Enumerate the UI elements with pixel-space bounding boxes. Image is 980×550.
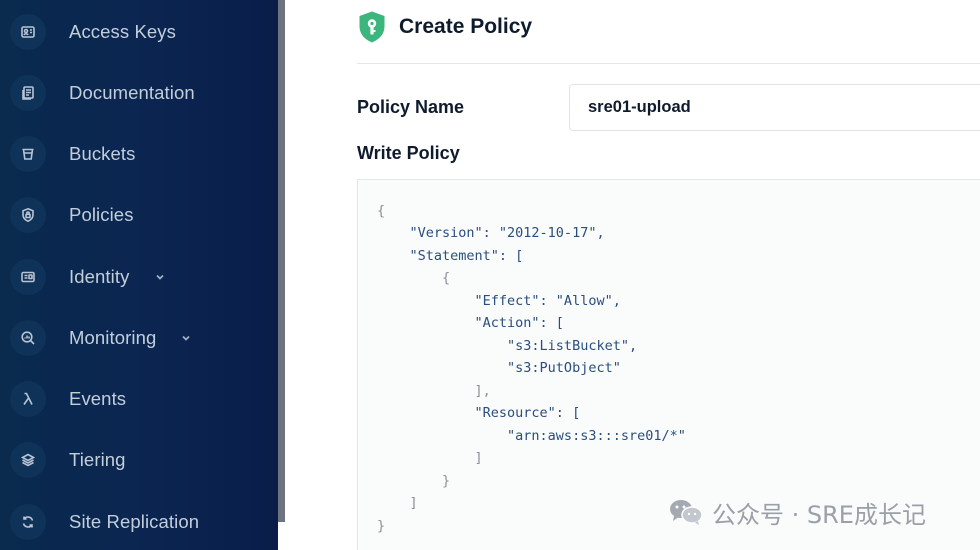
sidebar: Access Keys Documentation Buckets Polici…: [0, 0, 278, 550]
code-line: "Version": "2012-10-17",: [377, 225, 605, 241]
code-line: ],: [377, 383, 491, 399]
sidebar-item-monitoring[interactable]: Monitoring: [0, 312, 278, 364]
sidebar-item-label: Site Replication: [69, 511, 200, 532]
document-icon: [10, 75, 46, 111]
sidebar-item-label: Policies: [69, 204, 134, 225]
code-line: }: [377, 473, 451, 489]
sidebar-item-buckets[interactable]: Buckets: [0, 128, 278, 180]
sidebar-item-label: Identity: [69, 266, 130, 287]
id-card-icon: [10, 14, 46, 50]
code-line: }: [377, 518, 386, 534]
shield-key-icon: [359, 11, 385, 43]
sidebar-item-policies[interactable]: Policies: [0, 189, 278, 241]
scrollbar-thumb[interactable]: [278, 522, 285, 550]
magnifier-chart-icon: [10, 320, 46, 356]
sidebar-item-tiering[interactable]: Tiering: [0, 434, 278, 486]
page-header: Create Policy: [357, 8, 532, 46]
sidebar-item-label: Documentation: [69, 82, 195, 103]
sidebar-item-label: Monitoring: [69, 327, 157, 348]
code-line: ]: [377, 450, 483, 466]
wechat-icon: [670, 500, 703, 525]
chevron-down-icon[interactable]: [179, 331, 193, 345]
code-line: ]: [377, 495, 418, 511]
code-line: "Action": [: [377, 315, 564, 331]
policy-name-label: Policy Name: [357, 97, 465, 117]
sync-icon: [10, 504, 46, 540]
identity-card-icon: [10, 259, 46, 295]
watermark: 公众号 · SRE成长记: [668, 496, 926, 529]
code-line: "Statement": [: [377, 248, 524, 264]
sidebar-item-documentation[interactable]: Documentation: [0, 67, 278, 119]
sidebar-item-label: Buckets: [69, 143, 136, 164]
layers-icon: [10, 442, 46, 478]
shield-lock-icon: [10, 197, 46, 233]
main-content: Create Policy Policy Name Write Policy {…: [285, 0, 980, 550]
write-policy-label: Write Policy: [357, 143, 460, 163]
chevron-down-icon[interactable]: [153, 270, 167, 284]
sidebar-item-label: Tiering: [69, 449, 126, 470]
sidebar-item-label: Events: [69, 388, 127, 409]
code-line: "Effect": "Allow",: [377, 293, 621, 309]
sidebar-item-label: Access Keys: [69, 21, 176, 42]
sidebar-item-events[interactable]: Events: [0, 373, 278, 425]
header-divider: [357, 63, 980, 64]
watermark-text: 公众号 · SRE成长记: [712, 500, 926, 529]
sidebar-item-identity[interactable]: Identity: [0, 251, 278, 303]
code-line: "s3:ListBucket",: [377, 338, 638, 354]
code-line: "Resource": [: [377, 405, 581, 421]
code-line: {: [377, 270, 451, 286]
code-line: {: [377, 203, 386, 219]
code-line: "arn:aws:s3:::sre01/*": [377, 428, 686, 444]
sidebar-item-access-keys[interactable]: Access Keys: [0, 6, 278, 58]
sidebar-item-site-replication[interactable]: Site Replication: [0, 496, 278, 548]
policy-name-input[interactable]: [569, 84, 980, 131]
page-title: Create Policy: [399, 15, 533, 38]
sidebar-scrollbar[interactable]: [278, 0, 285, 550]
lambda-icon: [10, 381, 46, 417]
bucket-icon: [10, 136, 46, 172]
code-line: "s3:PutObject": [377, 360, 621, 376]
